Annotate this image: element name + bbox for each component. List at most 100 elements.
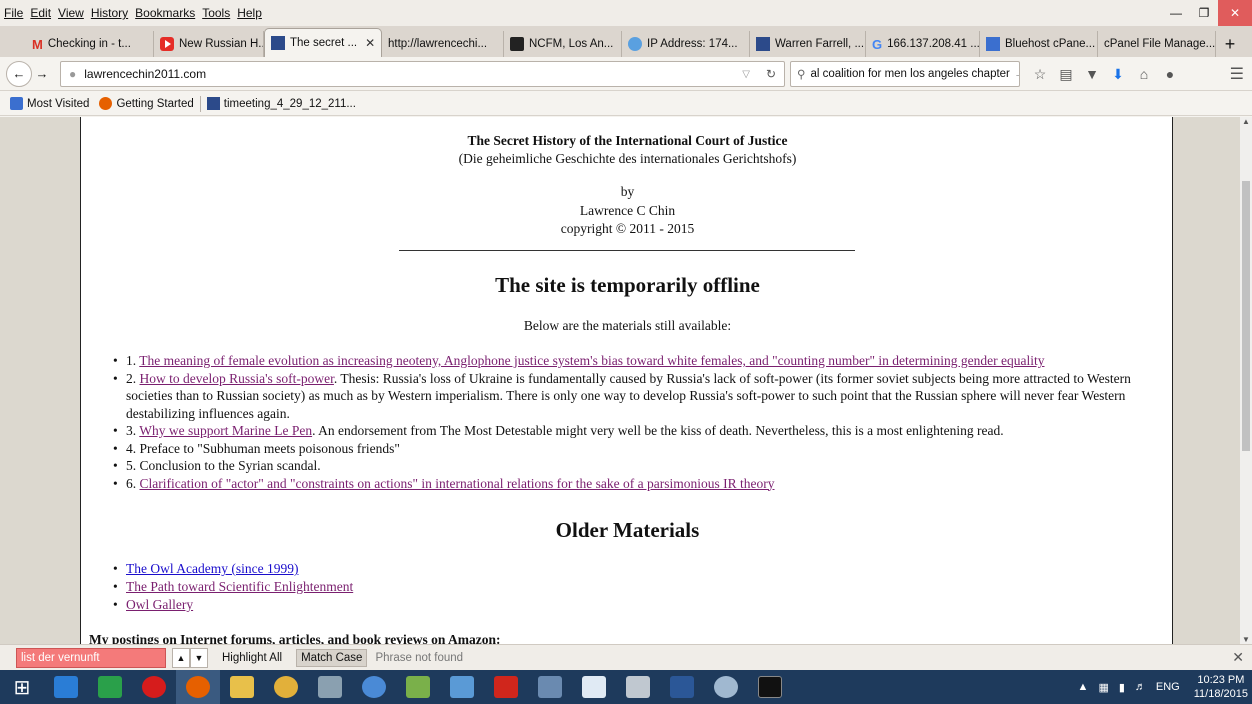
item-link[interactable]: The meaning of female evolution as incre…	[139, 353, 1044, 368]
owl-gallery-link[interactable]: Owl Gallery	[126, 597, 193, 612]
menu-bookmarks[interactable]: Bookmarks	[135, 6, 195, 20]
tab-ip-166[interactable]: G 166.137.208.41 ...	[866, 31, 980, 57]
chat-icon[interactable]: ●	[1158, 61, 1182, 87]
start-button[interactable]: ⊞	[0, 670, 44, 704]
bookmark-star-icon[interactable]: ☆	[1028, 61, 1052, 87]
match-case-button[interactable]: Match Case	[296, 648, 368, 667]
taskbar-paint[interactable]	[704, 670, 748, 704]
menu-history[interactable]: History	[91, 6, 128, 20]
find-bar: list der vernunft ▲ ▼ Highlight All Matc…	[0, 644, 1252, 670]
find-status: Phrase not found	[375, 651, 464, 664]
scroll-up-icon[interactable]: ▲	[1240, 117, 1252, 126]
item-link[interactable]: How to develop Russia's soft-power	[140, 371, 334, 386]
url-bar[interactable]: ● lawrencechin2011.com ▽ ↻	[60, 61, 785, 87]
pocket-icon[interactable]: ▼	[1080, 61, 1104, 87]
taskbar-store[interactable]	[88, 670, 132, 704]
tab-lawrencechin[interactable]: http://lawrencechi...	[382, 31, 504, 57]
taskbar-explorer[interactable]	[220, 670, 264, 704]
gmail-icon: M	[32, 37, 43, 52]
forward-button[interactable]: →	[34, 66, 50, 81]
taskbar-chrome[interactable]	[264, 670, 308, 704]
item-link[interactable]: Clarification of "actor" and "constraint…	[140, 476, 775, 491]
menu-help[interactable]: Help	[237, 6, 262, 20]
toolbar-icons: ☆ ▤ ▼ ⬇ ⌂ ●	[1028, 61, 1184, 87]
back-button[interactable]: ←	[6, 60, 32, 87]
tab-youtube[interactable]: New Russian H...	[154, 31, 264, 57]
menu-view[interactable]: View	[58, 6, 84, 20]
reload-icon[interactable]: ↻	[766, 67, 776, 81]
scientific-enlightenment-link[interactable]: The Path toward Scientific Enlightenment	[126, 579, 353, 594]
materials-intro: Below are the materials still available:	[523, 318, 732, 333]
owl-academy-link[interactable]: The Owl Academy (since 1999)	[126, 561, 298, 576]
site-info-icon[interactable]: ●	[69, 67, 76, 81]
tab-label: The secret ...	[290, 37, 358, 49]
restore-icon[interactable]: ❐	[1190, 0, 1218, 26]
reading-list-icon[interactable]: ▤	[1054, 61, 1078, 87]
navigation-bar: ← → ● lawrencechin2011.com ▽ ↻ ⚲ al coal…	[0, 57, 1252, 91]
taskbar-ie[interactable]	[44, 670, 88, 704]
tab-ip-address[interactable]: IP Address: 174...	[622, 31, 750, 57]
find-previous-icon[interactable]: ▲	[172, 647, 190, 668]
find-input[interactable]: list der vernunft	[16, 647, 166, 668]
author-name: Lawrence C Chin	[579, 203, 676, 218]
language-indicator[interactable]: ENG	[1156, 681, 1180, 693]
find-next-icon[interactable]: ▼	[190, 647, 208, 668]
taskbar-photos[interactable]	[528, 670, 572, 704]
people-icon	[406, 676, 430, 698]
tab-label: IP Address: 174...	[647, 38, 738, 50]
download-icon[interactable]: ⬇	[1106, 61, 1130, 87]
bookmark-getting-started[interactable]: Getting Started	[99, 97, 194, 110]
taskbar-acrobat[interactable]	[484, 670, 528, 704]
close-window-icon[interactable]: ✕	[1218, 0, 1252, 26]
bookmark-timeeting[interactable]: timeeting_4_29_12_211...	[206, 97, 356, 110]
item-number: 4.	[126, 440, 140, 456]
taskbar-dictionary[interactable]	[616, 670, 660, 704]
item-number: 5.	[126, 458, 140, 473]
tab-warren-farrell[interactable]: Warren Farrell, ...	[750, 31, 866, 57]
taskbar-people[interactable]	[396, 670, 440, 704]
search-input[interactable]: ⚲ al coalition for men los angeles chapt…	[790, 61, 1020, 87]
taskbar-firefox[interactable]	[176, 670, 220, 704]
battery-icon[interactable]: ▮	[1119, 681, 1125, 694]
tab-cpanel[interactable]: cPanel File Manage...	[1098, 31, 1216, 57]
tray-up-icon[interactable]: ▲	[1078, 681, 1089, 693]
bookmark-most-visited[interactable]: Most Visited	[10, 97, 89, 110]
scroll-down-icon[interactable]: ▼	[1240, 635, 1252, 644]
tab-bluehost[interactable]: Bluehost cPane...	[980, 31, 1098, 57]
tab-the-secret[interactable]: The secret ... ✕	[264, 28, 382, 57]
url-dropdown-icon[interactable]: ▽	[742, 69, 750, 80]
list-item: 5. Conclusion to the Syrian scandal.	[113, 457, 1163, 475]
tab-gmail[interactable]: M Checking in - t...	[26, 31, 154, 57]
taskbar-opera[interactable]	[132, 670, 176, 704]
globe-icon	[628, 37, 642, 51]
new-tab-button[interactable]: +	[1218, 31, 1242, 57]
taskbar-cmd[interactable]	[748, 670, 792, 704]
vertical-scrollbar[interactable]: ▲ ▼	[1240, 117, 1252, 644]
scrollbar-thumb[interactable]	[1242, 181, 1250, 451]
item-text: Conclusion to the Syrian scandal.	[139, 458, 321, 473]
tab-label: Bluehost cPane...	[1005, 38, 1096, 50]
network-icon[interactable]: ▦	[1098, 681, 1108, 694]
home-icon[interactable]: ⌂	[1132, 61, 1156, 87]
menu-tools[interactable]: Tools	[202, 6, 230, 20]
close-tab-icon[interactable]: ✕	[365, 36, 375, 50]
notepad-icon	[582, 676, 606, 698]
taskbar-notepad[interactable]	[572, 670, 616, 704]
clock[interactable]: 10:23 PM 11/18/2015	[1194, 673, 1248, 701]
taskbar-app[interactable]	[308, 670, 352, 704]
volume-icon[interactable]: ♬	[1135, 681, 1146, 693]
tab-ncfm[interactable]: NCFM, Los An...	[504, 31, 622, 57]
taskbar-word[interactable]	[660, 670, 704, 704]
highlight-all-button[interactable]: Highlight All	[218, 650, 286, 666]
app-icon	[318, 676, 342, 698]
close-find-bar-icon[interactable]: ✕	[1232, 649, 1244, 666]
minimize-icon[interactable]: —	[1162, 0, 1190, 26]
hamburger-menu-icon[interactable]: ☰	[1230, 61, 1244, 87]
search-go-icon[interactable]: →	[1014, 68, 1019, 80]
taskbar-media[interactable]	[352, 670, 396, 704]
menu-edit[interactable]: Edit	[30, 6, 51, 20]
page-viewport: The Secret History of the International …	[0, 117, 1240, 644]
taskbar-onenote[interactable]	[440, 670, 484, 704]
menu-file[interactable]: File	[4, 6, 23, 20]
item-link[interactable]: Why we support Marine Le Pen	[139, 423, 312, 438]
